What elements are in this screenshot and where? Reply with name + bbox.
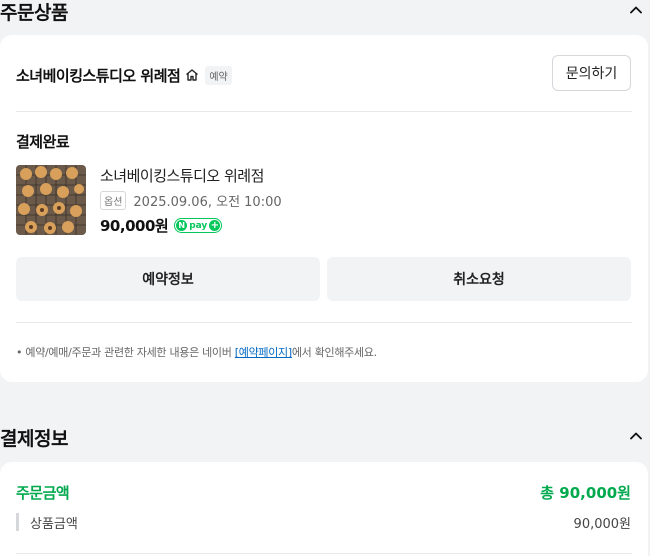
product-price: 90,000원 [100,217,169,235]
product-amount-value: 90,000원 [573,517,631,532]
option-datetime: 2025.09.06, 오전 10:00 [133,195,282,210]
store-row: 소녀베이킹스튜디오 위례점 예약 [16,63,232,87]
payment-card: 주문금액 총 90,000원 상품금액 90,000원 [0,462,648,556]
payment-section-header[interactable]: 결제정보 [0,416,650,456]
order-section-title: 주문상품 [0,2,68,24]
product-option-row: 옵션 2025.09.06, 오전 10:00 [100,191,282,210]
cancel-request-button[interactable]: 취소요청 [327,257,631,301]
order-section-header[interactable]: 주문상품 [0,0,650,30]
npay-n-icon: N [176,220,188,231]
npay-plus-icon: + [209,219,221,231]
sub-item-bar [16,513,19,531]
divider [16,111,632,112]
product-thumbnail[interactable] [16,165,86,235]
npay-badge: N pay + [174,218,223,233]
product-name[interactable]: 소녀베이킹스튜디오 위례점 [100,165,264,186]
option-badge: 옵션 [100,191,127,210]
store-name-link[interactable]: 소녀베이킹스튜디오 위례점 [16,65,181,86]
npay-label: pay [189,220,208,231]
order-amount-total: 총 90,000원 [540,484,631,502]
order-card: 소녀베이킹스튜디오 위례점 예약 문의하기 결제완료 소녀베이킹스튜디오 위례점… [0,35,648,382]
chevron-up-icon[interactable] [628,428,644,444]
product-image [16,165,86,235]
reservation-info-button[interactable]: 예약정보 [16,257,320,301]
notice-suffix: 에서 확인해주세요. [291,346,377,359]
inquiry-button[interactable]: 문의하기 [552,55,631,91]
product-amount-label: 상품금액 [30,517,78,532]
price-row: 90,000원 N pay + [100,215,223,236]
payment-section-title: 결제정보 [0,428,68,450]
order-status: 결제완료 [16,133,70,151]
notice-prefix: • 예약/예매/주문과 관련한 자세한 내용은 네이버 [16,346,235,359]
divider [16,553,632,554]
notice-text: • 예약/예매/주문과 관련한 자세한 내용은 네이버 [예약페이지]에서 확인… [16,344,377,360]
order-amount-label: 주문금액 [16,484,70,502]
divider [16,322,632,323]
reservation-page-link[interactable]: [예약페이지] [235,346,292,359]
chevron-up-icon[interactable] [628,2,644,18]
home-icon[interactable] [184,67,200,83]
reservation-tag-badge: 예약 [205,65,232,85]
